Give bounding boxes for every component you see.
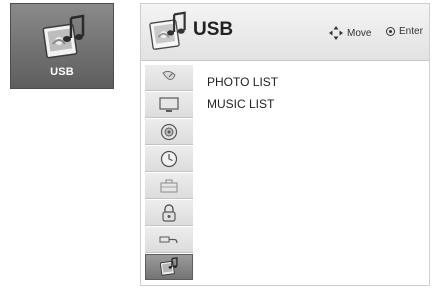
sidebar-item-input[interactable]	[145, 227, 193, 253]
list-item-photo-list[interactable]: PHOTO LIST	[207, 74, 278, 96]
move-hint: Move	[329, 26, 371, 40]
monitor-icon	[159, 96, 179, 112]
sidebar-item-usb[interactable]	[145, 254, 193, 280]
enter-hint: Enter	[386, 26, 423, 37]
padlock-icon	[162, 203, 176, 222]
sidebar-item-option[interactable]	[145, 173, 193, 199]
sidebar	[145, 65, 193, 283]
tile-label: USB	[50, 66, 74, 78]
four-way-arrow-icon	[329, 26, 343, 40]
move-hint-label: Move	[347, 27, 372, 39]
list-item-music-list[interactable]: MUSIC LIST	[207, 96, 278, 118]
toolbox-icon	[160, 179, 178, 192]
usb-menu-panel: USB Move Enter PHOTO LIST MUSIC LIST	[140, 3, 430, 286]
sidebar-item-lock[interactable]	[145, 200, 193, 226]
page-title: USB	[193, 19, 234, 40]
usb-menu-tile[interactable]: USB	[10, 3, 114, 89]
ok-button-icon	[386, 27, 395, 36]
sidebar-item-picture[interactable]	[145, 92, 193, 118]
usb-photo-music-icon	[147, 11, 189, 53]
usb-photo-music-icon	[41, 14, 87, 62]
sidebar-item-setup[interactable]	[145, 65, 193, 91]
usb-photo-music-icon	[159, 257, 178, 276]
content-list: PHOTO LIST MUSIC LIST	[207, 74, 278, 118]
sidebar-item-audio[interactable]	[145, 119, 193, 145]
panel-header: USB Move Enter	[141, 4, 429, 61]
speaker-icon	[160, 123, 178, 140]
sidebar-item-time[interactable]	[145, 146, 193, 172]
satellite-dish-icon	[162, 70, 176, 80]
enter-hint-label: Enter	[399, 26, 423, 37]
cable-plug-icon	[159, 236, 178, 243]
clock-icon	[160, 150, 178, 167]
